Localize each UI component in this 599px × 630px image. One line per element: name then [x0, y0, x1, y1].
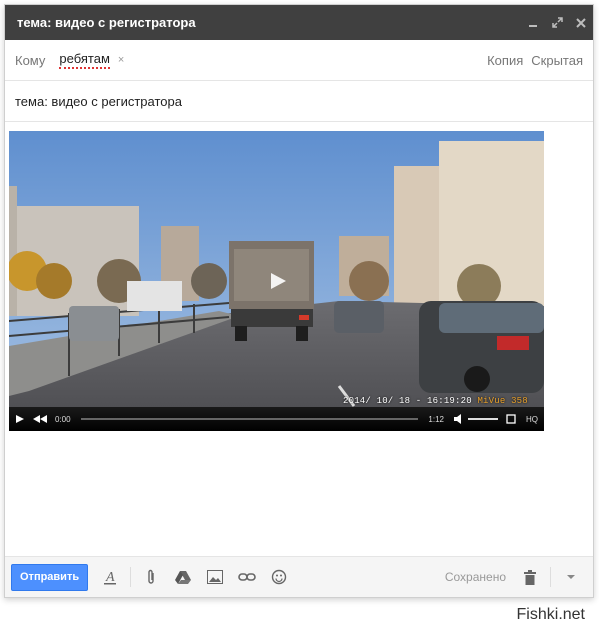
current-time: 0:00: [55, 414, 71, 424]
svg-text:A: A: [105, 570, 115, 585]
volume-slider[interactable]: [468, 418, 498, 420]
minimize-icon[interactable]: [521, 5, 545, 40]
recipients-row[interactable]: Кому ребятам × Копия Скрытая: [5, 40, 593, 81]
fullscreen-icon[interactable]: [506, 414, 516, 424]
more-options-icon[interactable]: [555, 564, 587, 591]
trash-icon[interactable]: [514, 564, 546, 591]
rewind-icon[interactable]: [33, 414, 47, 424]
bcc-link[interactable]: Скрытая: [531, 53, 583, 68]
saved-status: Сохранено: [444, 570, 506, 584]
attach-icon[interactable]: [135, 564, 167, 591]
subject-field[interactable]: тема: видео с регистратора: [15, 94, 182, 109]
toolbar-divider: [550, 567, 551, 587]
expand-icon[interactable]: [545, 5, 569, 40]
link-icon[interactable]: [231, 564, 263, 591]
compose-titlebar[interactable]: тема: видео с регистратора: [5, 5, 593, 40]
video-progress-bar[interactable]: [80, 418, 419, 420]
message-body[interactable]: 2014/ 10/ 18 - 16:19:20 MiVue 358 0:00 1…: [9, 131, 544, 431]
dashcam-timestamp: 2014/ 10/ 18 - 16:19:20: [343, 396, 472, 406]
compose-footer: Отправить A Сохранено: [5, 556, 593, 597]
close-icon[interactable]: [569, 5, 593, 40]
watermark: Fishki.net: [516, 606, 585, 623]
volume-icon[interactable]: [454, 414, 464, 424]
to-label: Кому: [15, 52, 46, 68]
subject-row[interactable]: тема: видео с регистратора: [5, 81, 593, 122]
video-controls: 0:00 1:12 HQ: [9, 407, 544, 431]
emoji-icon[interactable]: [263, 564, 295, 591]
drive-icon[interactable]: [167, 564, 199, 591]
play-icon[interactable]: [15, 414, 25, 424]
compose-title: тема: видео с регистратора: [17, 15, 196, 30]
quality-toggle[interactable]: HQ: [526, 415, 538, 424]
dashcam-overlay: 2014/ 10/ 18 - 16:19:20 MiVue 358: [343, 396, 528, 406]
video-play-overlay-icon[interactable]: [263, 270, 293, 292]
recipient-chip[interactable]: ребятам: [59, 51, 110, 69]
dashcam-brand: MiVue: [477, 396, 506, 406]
dashcam-model: 358: [511, 396, 528, 406]
video-duration: 1:12: [428, 414, 444, 424]
remove-recipient-icon[interactable]: ×: [118, 54, 124, 66]
format-text-icon[interactable]: A: [94, 564, 126, 591]
cc-link[interactable]: Копия: [487, 53, 523, 68]
send-button[interactable]: Отправить: [11, 563, 89, 591]
toolbar-divider: [130, 567, 132, 587]
embedded-video[interactable]: 2014/ 10/ 18 - 16:19:20 MiVue 358 0:00 1…: [9, 131, 544, 431]
photo-icon[interactable]: [199, 564, 231, 591]
